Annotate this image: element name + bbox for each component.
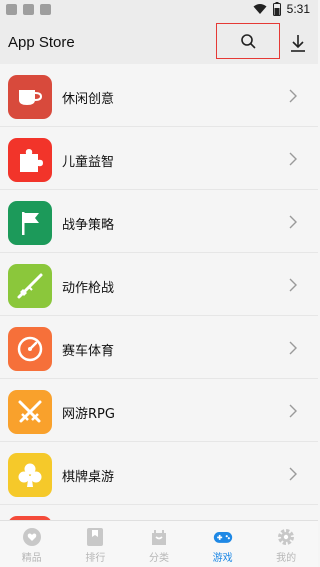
category-label: 赛车体育 [62, 344, 115, 359]
download-button[interactable] [288, 32, 308, 54]
category-row-kids[interactable]: 儿童益智 [0, 127, 318, 190]
nav-item-games[interactable]: 游戏 [191, 521, 255, 567]
category-row-action[interactable]: 动作枪战 [0, 253, 318, 316]
chevron-right-icon [289, 404, 297, 418]
category-label: 棋牌桌游 [62, 470, 115, 485]
chevron-right-icon [289, 278, 297, 292]
category-label: 儿童益智 [62, 155, 115, 170]
chevron-right-icon [289, 89, 297, 103]
club-icon [18, 463, 42, 487]
bottom-nav: 精品 排行 分类 游戏 我的 [0, 520, 318, 567]
crossed-swords-icon [18, 400, 42, 423]
category-label: 休闲创意 [62, 92, 115, 107]
notification-icon [40, 4, 51, 15]
app-title: App Store [8, 34, 75, 51]
category-row-partial[interactable] [0, 505, 318, 520]
download-icon [291, 35, 305, 52]
nav-label: 精品 [21, 553, 42, 564]
puzzle-icon [20, 149, 43, 172]
speedometer-icon [17, 336, 43, 362]
teacup-icon [19, 90, 43, 105]
ranking-ribbon-icon [87, 528, 104, 546]
wifi-icon [253, 4, 267, 14]
heart-badge-icon [22, 528, 41, 546]
chevron-right-icon [289, 215, 297, 229]
gamepad-icon [213, 532, 232, 543]
category-icon-bg [8, 453, 52, 497]
category-icon-bg [8, 390, 52, 434]
chevron-right-icon [289, 341, 297, 355]
flag-icon [22, 212, 39, 235]
nav-item-ranking[interactable]: 排行 [64, 521, 128, 567]
status-notifications [6, 4, 51, 15]
category-icon-bg [8, 201, 52, 245]
category-icon-bg [8, 327, 52, 371]
nav-label: 游戏 [212, 553, 233, 564]
category-row-rpg[interactable]: 网游RPG [0, 379, 318, 442]
rifle-icon [17, 273, 43, 299]
category-row-board[interactable]: 棋牌桌游 [0, 442, 318, 505]
battery-icon [272, 2, 281, 16]
status-time: 5:31 [286, 2, 310, 16]
notification-icon [6, 4, 17, 15]
status-right: 5:31 [253, 2, 310, 16]
app-bar: App Store [0, 22, 318, 64]
category-icon-bg [8, 138, 52, 182]
notification-icon [23, 4, 34, 15]
chevron-right-icon [289, 152, 297, 166]
category-icon-bg [8, 75, 52, 119]
nav-label: 排行 [85, 553, 106, 564]
nav-item-mine[interactable]: 我的 [254, 521, 318, 567]
search-button[interactable] [216, 23, 280, 59]
chevron-right-icon [289, 467, 297, 481]
category-row-casual[interactable]: 休闲创意 [0, 64, 318, 127]
category-label: 战争策略 [62, 218, 115, 233]
category-label: 网游RPG [62, 407, 115, 422]
gear-icon [278, 529, 295, 545]
category-icon-bg [8, 264, 52, 308]
category-row-strategy[interactable]: 战争策略 [0, 190, 318, 253]
search-icon [241, 34, 256, 49]
category-row-racing[interactable]: 赛车体育 [0, 316, 318, 379]
category-label: 动作枪战 [62, 281, 115, 296]
category-bag-icon [151, 530, 166, 545]
nav-item-category[interactable]: 分类 [127, 521, 191, 567]
category-list: 休闲创意 儿童益智 战争策略 动作枪战 赛车体育 网游RPG 棋牌桌游 [0, 64, 318, 520]
nav-label: 分类 [148, 553, 169, 564]
nav-item-featured[interactable]: 精品 [0, 521, 64, 567]
status-bar: 5:31 [0, 0, 318, 22]
nav-label: 我的 [276, 553, 297, 564]
